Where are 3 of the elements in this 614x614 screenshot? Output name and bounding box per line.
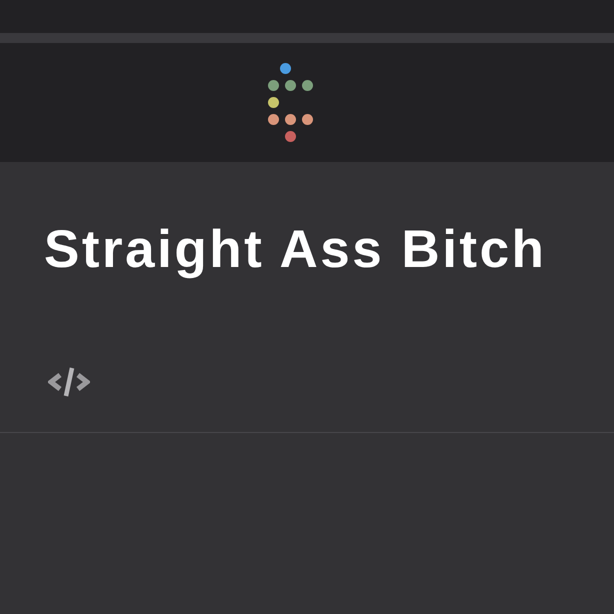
code-icon[interactable] bbox=[48, 367, 90, 397]
page-title: Straight Ass Bitch bbox=[44, 219, 546, 281]
dot-logo-icon bbox=[268, 63, 312, 142]
